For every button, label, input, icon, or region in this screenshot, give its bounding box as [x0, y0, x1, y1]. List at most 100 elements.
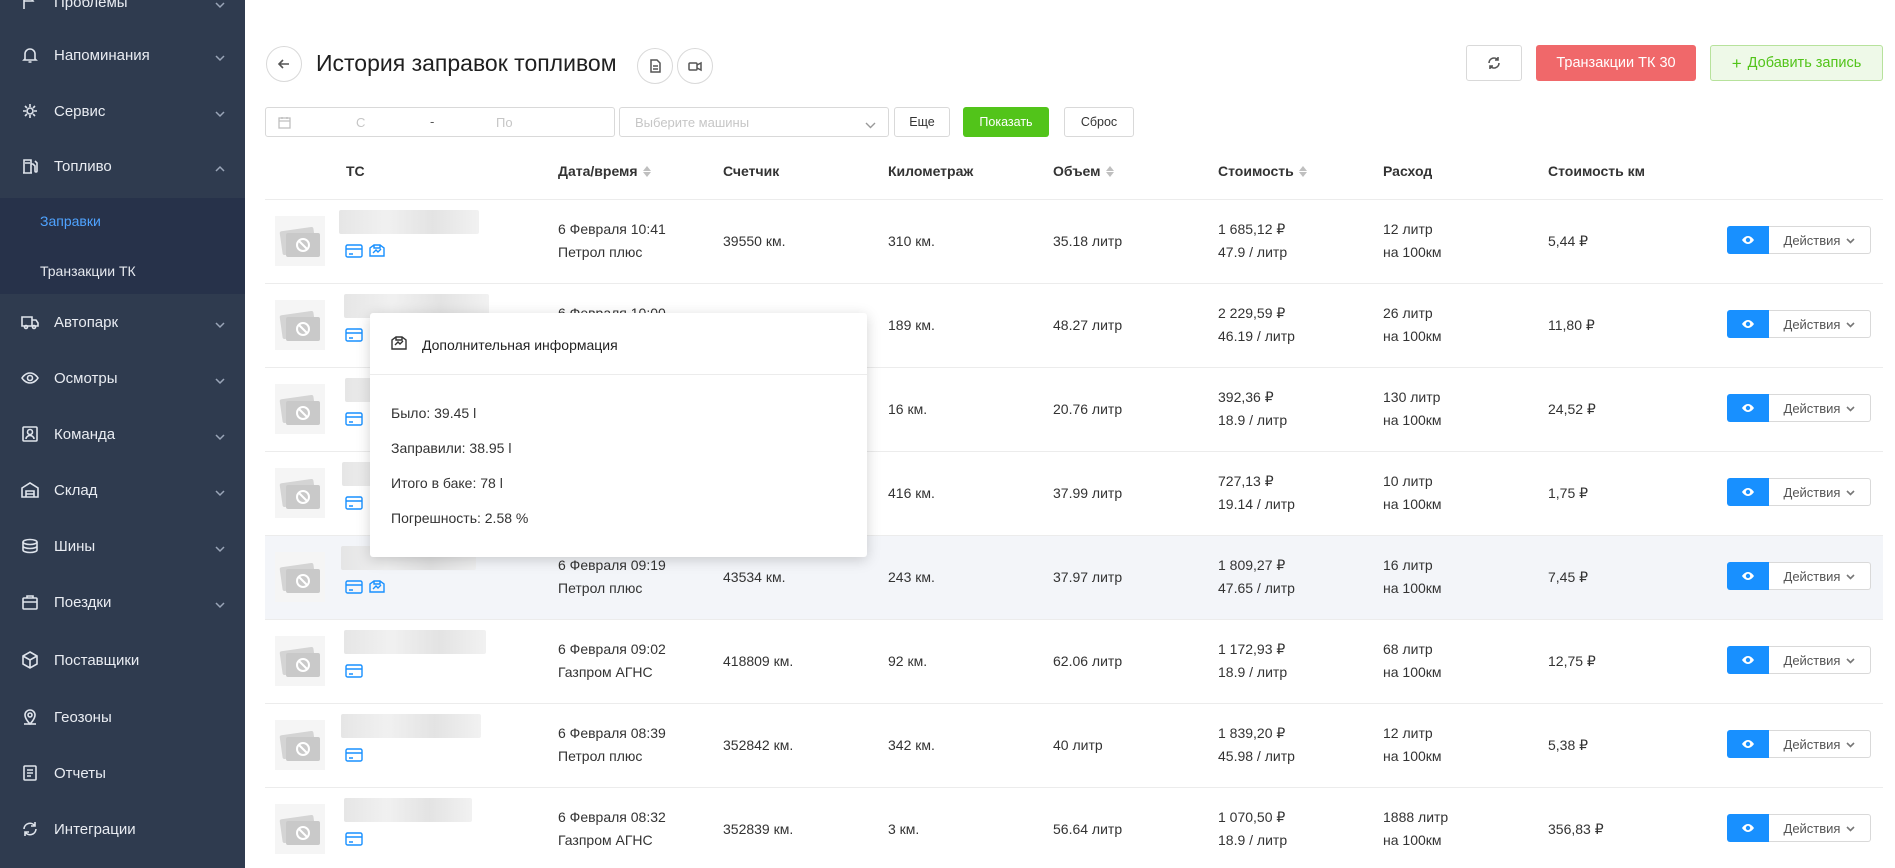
column-header-cost[interactable]: Стоимость [1218, 163, 1307, 179]
popover-header: Дополнительная информация [370, 313, 867, 375]
view-button[interactable] [1727, 478, 1769, 506]
card-icon[interactable] [345, 496, 363, 510]
consumption-amount: 12 литр [1383, 221, 1433, 237]
card-icon[interactable] [345, 664, 363, 678]
sort-icon[interactable] [1298, 165, 1307, 177]
actions-dropdown[interactable]: Действия [1769, 310, 1871, 338]
date-range-picker[interactable]: С - По [265, 107, 615, 137]
location-pin-icon [20, 707, 40, 727]
sidebar-subitem-refuels[interactable]: Заправки [40, 213, 101, 229]
add-record-button[interactable]: + Добавить запись [1710, 45, 1883, 81]
consumption-unit: на 100км [1383, 664, 1442, 680]
sidebar-subitem-tk-transactions[interactable]: Транзакции ТК [40, 263, 136, 279]
actions-dropdown[interactable]: Действия [1769, 478, 1871, 506]
column-header-volume[interactable]: Объем [1053, 163, 1114, 179]
view-button[interactable] [1727, 814, 1769, 842]
sidebar-item-inspections[interactable]: Осмотры [0, 358, 245, 398]
sidebar-item-team[interactable]: Команда [0, 414, 245, 454]
sidebar-item-label: Автопарк [54, 313, 119, 331]
view-button[interactable] [1727, 562, 1769, 590]
sidebar-item-fleet[interactable]: Автопарк [0, 302, 245, 342]
sidebar-item-problems[interactable]: Проблемы [0, 0, 245, 22]
date-to-field[interactable]: По [496, 115, 513, 130]
cost-value: 1 172,93 ₽ 18.9 / литр [1218, 638, 1287, 684]
actions-dropdown[interactable]: Действия [1769, 730, 1871, 758]
sidebar-item-warehouse[interactable]: Склад [0, 470, 245, 510]
refresh-button[interactable] [1466, 45, 1522, 81]
column-header-consumption: Расход [1383, 163, 1432, 179]
chevron-down-icon [215, 429, 225, 441]
mileage-value: 342 км. [888, 737, 935, 753]
cost-total: 1 070,50 ₽ [1218, 809, 1286, 825]
sidebar-item-reports[interactable]: Отчеты [0, 753, 245, 793]
table-row[interactable]: 6 Февраля 09:02 Газпром АГНС 418809 км. 92 … [265, 619, 1883, 703]
actions-dropdown[interactable]: Действия [1769, 394, 1871, 422]
sidebar-item-reminders[interactable]: Напоминания [0, 35, 245, 75]
vehicle-select[interactable]: Выберите машины [619, 107, 889, 137]
actions-dropdown[interactable]: Действия [1769, 562, 1871, 590]
refuel-date: 6 Февраля 09:02 [558, 641, 666, 657]
sidebar-item-label: Команда [54, 425, 116, 443]
sidebar-item-suppliers[interactable]: Поставщики [0, 640, 245, 680]
tk-transactions-button[interactable]: Транзакции ТК 30 [1536, 45, 1696, 81]
video-button[interactable] [677, 48, 713, 84]
fuel-info-icon[interactable] [368, 580, 386, 594]
problems-icon [20, 0, 40, 12]
table-row[interactable]: 6 Февраля 10:41 Петрол плюс 39550 км. 310 к… [265, 199, 1883, 283]
sync-icon [20, 819, 40, 839]
sidebar-item-geozones[interactable]: Геозоны [0, 697, 245, 737]
card-icon[interactable] [345, 832, 363, 846]
fuel-info-icon[interactable] [368, 244, 386, 258]
cost-km-value: 12,75 ₽ [1548, 653, 1596, 669]
consumption-value: 130 литр на 100км [1383, 386, 1442, 432]
sidebar-item-integrations[interactable]: Интеграции [0, 809, 245, 849]
actions-dropdown[interactable]: Действия [1769, 226, 1871, 254]
sidebar-item-label: Геозоны [54, 708, 112, 726]
date-from-field[interactable]: С [356, 115, 365, 130]
eye-icon [1742, 320, 1754, 328]
show-button[interactable]: Показать [963, 107, 1049, 137]
column-header-label: Стоимость [1218, 163, 1294, 179]
sort-icon[interactable] [1105, 165, 1114, 177]
table-row[interactable]: 6 Февраля 08:32 Газпром АГНС 352839 км. 3 к… [265, 787, 1883, 868]
additional-info-popover: Дополнительная информация Было: 39.45 l … [370, 313, 867, 557]
view-button[interactable] [1727, 394, 1769, 422]
sidebar-item-fuel[interactable]: Топливо [0, 146, 245, 186]
view-button[interactable] [1727, 310, 1769, 338]
eye-icon [1742, 488, 1754, 496]
tire-icon [20, 536, 40, 556]
reset-button[interactable]: Сброс [1064, 107, 1134, 137]
card-icon[interactable] [345, 328, 363, 342]
column-header-label: Счетчик [723, 163, 780, 179]
video-icon [688, 61, 702, 72]
more-filters-button[interactable]: Еще [894, 107, 950, 137]
view-button[interactable] [1727, 730, 1769, 758]
card-icon[interactable] [345, 412, 363, 426]
cost-total: 1 685,12 ₽ [1218, 221, 1286, 237]
sidebar-item-trips[interactable]: Поездки [0, 582, 245, 622]
refuel-station: Петрол плюс [558, 244, 643, 260]
actions-label: Действия [1783, 400, 1841, 416]
view-button[interactable] [1727, 646, 1769, 674]
chevron-down-icon [1846, 237, 1856, 244]
sidebar-item-tires[interactable]: Шины [0, 526, 245, 566]
column-header-datetime[interactable]: Дата/время [558, 163, 651, 179]
view-button[interactable] [1727, 226, 1769, 254]
consumption-unit: на 100км [1383, 412, 1442, 428]
cost-km-value: 1,75 ₽ [1548, 485, 1589, 501]
sort-icon[interactable] [642, 165, 651, 177]
eye-icon [1742, 824, 1754, 832]
actions-dropdown[interactable]: Действия [1769, 814, 1871, 842]
sidebar-item-service[interactable]: Сервис [0, 91, 245, 131]
card-icon[interactable] [345, 748, 363, 762]
consumption-amount: 16 литр [1383, 557, 1433, 573]
chevron-down-icon [215, 597, 225, 609]
table-row[interactable]: 6 Февраля 08:39 Петрол плюс 352842 км. 342 … [265, 703, 1883, 787]
mileage-value: 416 км. [888, 485, 935, 501]
document-button[interactable] [637, 48, 673, 84]
card-icon[interactable] [345, 580, 363, 594]
back-button[interactable] [266, 46, 302, 82]
actions-label: Действия [1783, 316, 1841, 332]
card-icon[interactable] [345, 244, 363, 258]
actions-dropdown[interactable]: Действия [1769, 646, 1871, 674]
